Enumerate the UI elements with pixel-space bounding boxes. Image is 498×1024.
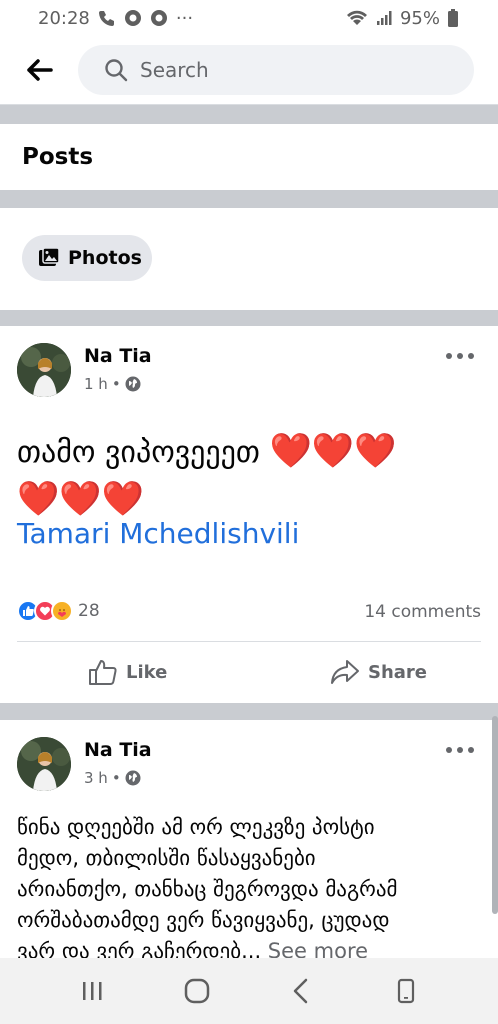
photos-icon (39, 247, 60, 266)
back-button[interactable] (20, 50, 60, 90)
hearts: ❤️❤️❤️ (269, 431, 397, 471)
like-button[interactable]: Like (88, 658, 167, 686)
globe-icon (125, 770, 141, 786)
chrome-icon-2 (150, 9, 168, 27)
thumbs-up-icon (89, 660, 117, 685)
photos-filter-button[interactable]: Photos (22, 235, 152, 281)
signal-icon (376, 10, 392, 26)
battery-percent: 95% (399, 7, 440, 29)
reactions-summary[interactable]: 28 (17, 600, 100, 622)
section-separator (0, 105, 498, 124)
more-options-button[interactable] (446, 346, 474, 366)
post-text-line: მედო, თბილისში წასაყვანები (17, 846, 316, 870)
dot (468, 353, 474, 359)
search-placeholder: Search (140, 58, 209, 82)
search-input[interactable]: Search (78, 45, 474, 95)
chevron-left-icon (294, 978, 308, 1004)
dot (446, 353, 452, 359)
home-button[interactable] (177, 971, 217, 1011)
status-right: 95% (346, 8, 458, 29)
wifi-icon (346, 9, 368, 27)
divider (17, 641, 481, 642)
post-text-line: არიანთქო, თანხაც შეგროვდა მაგრამ (17, 877, 398, 901)
section-separator (0, 190, 498, 208)
arrow-left-icon (27, 59, 53, 81)
post-time[interactable]: 1 h (84, 375, 108, 393)
status-bar: 20:28 ··· 95% (0, 0, 498, 36)
scrollbar[interactable] (492, 716, 498, 914)
post-text: თამო ვიპოვეეეთ ❤️❤️❤️ ❤️❤️❤️ (17, 428, 457, 524)
section-separator (0, 310, 498, 326)
avatar[interactable] (17, 343, 71, 397)
post-text: წინა დღეებში ამ ორ ლეკვზე პოსტი მედო, თბ… (17, 812, 467, 958)
post-card: Na Tia 1 h • თამო ვიპოვეეეთ ❤️❤️❤️ ❤️❤️❤… (0, 326, 498, 703)
post-author[interactable]: Na Tia (84, 739, 152, 761)
dot (457, 353, 463, 359)
recent-apps-icon (83, 982, 102, 1000)
hearts: ❤️❤️❤️ (17, 479, 145, 519)
post-text-line-end: ვარ და ვერ გაჩერდებ (17, 939, 242, 958)
rotate-button[interactable] (386, 971, 426, 1011)
dot (446, 747, 452, 753)
battery-icon (448, 9, 458, 27)
search-icon (105, 59, 128, 82)
share-icon (331, 660, 359, 684)
post-text-line: ორშაბათამდე ვერ წავიყვანე, ცუდად (17, 908, 390, 932)
more-options-button[interactable] (446, 740, 474, 760)
dot (457, 747, 463, 753)
post-meta: 3 h • (84, 769, 141, 787)
back-nav-button[interactable] (281, 971, 321, 1011)
share-button[interactable]: Share (330, 658, 427, 686)
comments-count-link[interactable]: 14 comments (364, 602, 481, 622)
filter-section: Photos (0, 208, 498, 310)
post-text-line: წინა დღეებში ამ ორ ლეკვზე პოსტი (17, 815, 375, 839)
avatar[interactable] (17, 737, 71, 791)
post-time[interactable]: 3 h (84, 769, 108, 787)
post-author[interactable]: Na Tia (84, 345, 152, 367)
dot (468, 747, 474, 753)
post-text-line: ვარ და ვერ გაჩერდებ... See more (17, 936, 467, 958)
wifi-call-icon (98, 9, 116, 27)
more-notifications: ··· (175, 7, 194, 29)
status-time: 20:28 (38, 7, 90, 29)
post-card: Na Tia 3 h • წინა დღეებში ამ ორ ლეკვზე პ… (0, 720, 498, 958)
like-label: Like (126, 661, 168, 683)
home-icon (184, 978, 209, 1004)
posts-header: Posts (0, 124, 498, 190)
system-nav-bar (0, 958, 498, 1024)
status-left: 20:28 ··· (38, 8, 193, 29)
post-text-line: თამო ვიპოვეეეთ (17, 435, 260, 470)
posts-title: Posts (22, 144, 94, 170)
section-separator (0, 703, 498, 720)
share-label: Share (368, 661, 428, 683)
globe-icon (125, 376, 141, 392)
care-reaction-icon (51, 600, 73, 622)
header: Search (0, 36, 498, 104)
phone-rotate-icon (397, 978, 414, 1004)
chrome-icon (124, 9, 142, 27)
photos-label: Photos (68, 247, 142, 269)
see-more-link[interactable]: See more (268, 939, 368, 958)
mention-link[interactable]: Tamari Mchedlishvili (17, 517, 299, 550)
recent-apps-button[interactable] (72, 971, 112, 1011)
meta-separator: • (111, 375, 121, 393)
reaction-count: 28 (78, 601, 100, 621)
meta-separator: • (111, 769, 121, 787)
post-meta: 1 h • (84, 375, 141, 393)
